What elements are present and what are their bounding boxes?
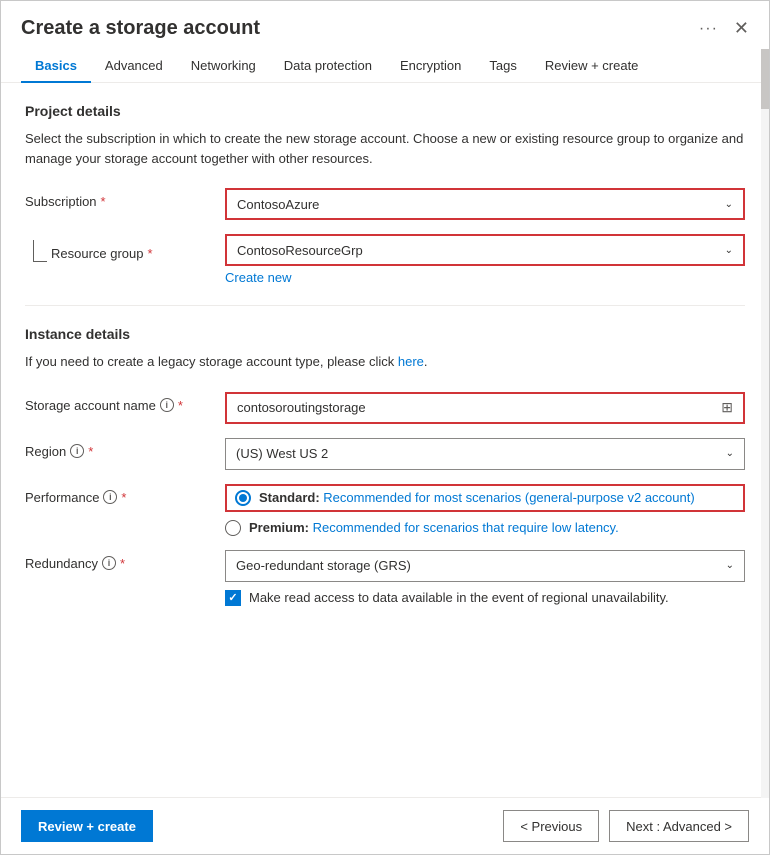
performance-row: Performance i * Standard: Recommended fo…: [25, 484, 745, 536]
subscription-value: ContosoAzure: [237, 197, 319, 212]
storage-account-name-control: contosoroutingstorage ⊞: [225, 392, 745, 424]
performance-radio-group: Standard: Recommended for most scenarios…: [225, 484, 745, 536]
tab-networking[interactable]: Networking: [177, 50, 270, 83]
scrollbar-track[interactable]: [761, 49, 769, 798]
dialog-content: Project details Select the subscription …: [1, 83, 769, 797]
subscription-dropdown[interactable]: ContosoAzure ⌄: [225, 188, 745, 220]
redundancy-value: Geo-redundant storage (GRS): [236, 558, 411, 573]
storage-account-name-value: contosoroutingstorage: [237, 400, 721, 415]
header-actions: ··· ✕: [699, 18, 749, 39]
storage-name-info-icon[interactable]: i: [160, 398, 174, 412]
tab-tags[interactable]: Tags: [475, 50, 530, 83]
storage-account-name-label: Storage account name i *: [25, 392, 225, 413]
performance-premium-radio[interactable]: [225, 520, 241, 536]
region-chevron-icon: ⌄: [726, 448, 734, 459]
legacy-link[interactable]: here: [398, 354, 424, 369]
region-value: (US) West US 2: [236, 446, 328, 461]
tab-data-protection[interactable]: Data protection: [270, 50, 386, 83]
resource-group-dropdown[interactable]: ContosoResourceGrp ⌄: [225, 234, 745, 266]
performance-standard-radio[interactable]: [235, 490, 251, 506]
resource-group-row: Resource group * ContosoResourceGrp ⌄ Cr…: [25, 234, 745, 285]
redundancy-required: *: [120, 556, 125, 571]
subscription-row: Subscription * ContosoAzure ⌄: [25, 188, 745, 220]
project-details-title: Project details: [25, 103, 745, 119]
dialog-title: Create a storage account: [21, 17, 260, 40]
region-info-icon[interactable]: i: [70, 444, 84, 458]
legacy-storage-desc: If you need to create a legacy storage a…: [25, 352, 745, 372]
tab-basics[interactable]: Basics: [21, 50, 91, 83]
performance-required: *: [121, 490, 126, 505]
close-icon[interactable]: ✕: [734, 18, 749, 39]
instance-details-section: Instance details If you need to create a…: [25, 326, 745, 606]
dialog-footer: Review + create < Previous Next : Advanc…: [1, 797, 769, 854]
subscription-required: *: [101, 194, 106, 209]
region-dropdown[interactable]: (US) West US 2 ⌄: [225, 438, 745, 470]
review-create-button[interactable]: Review + create: [21, 810, 153, 842]
region-control: (US) West US 2 ⌄: [225, 438, 745, 470]
create-new-link[interactable]: Create new: [225, 270, 745, 285]
storage-name-action-icon[interactable]: ⊞: [721, 399, 733, 416]
storage-account-name-row: Storage account name i * contosoroutings…: [25, 392, 745, 424]
subscription-label: Subscription *: [25, 188, 225, 209]
project-details-section: Project details Select the subscription …: [25, 103, 745, 285]
more-icon[interactable]: ···: [699, 20, 718, 38]
performance-label: Performance i *: [25, 484, 225, 505]
performance-standard-option[interactable]: Standard: Recommended for most scenarios…: [225, 484, 745, 512]
region-row: Region i * (US) West US 2 ⌄: [25, 438, 745, 470]
redundancy-checkbox-row: Make read access to data available in th…: [225, 590, 745, 606]
redundancy-control: Geo-redundant storage (GRS) ⌄ Make read …: [225, 550, 745, 606]
subscription-control: ContosoAzure ⌄: [225, 188, 745, 220]
section-divider-1: [25, 305, 745, 306]
previous-button[interactable]: < Previous: [503, 810, 599, 842]
instance-details-title: Instance details: [25, 326, 745, 342]
resource-group-value: ContosoResourceGrp: [237, 243, 363, 258]
performance-control: Standard: Recommended for most scenarios…: [225, 484, 745, 536]
resource-group-required: *: [148, 246, 153, 261]
storage-account-name-input[interactable]: contosoroutingstorage ⊞: [225, 392, 745, 424]
storage-name-required: *: [178, 398, 183, 413]
dialog-header: Create a storage account ··· ✕: [1, 1, 769, 40]
tab-advanced[interactable]: Advanced: [91, 50, 177, 83]
redundancy-chevron-icon: ⌄: [726, 560, 734, 571]
resource-group-chevron-icon: ⌄: [725, 245, 733, 256]
scrollbar-thumb[interactable]: [761, 49, 769, 109]
tab-encryption[interactable]: Encryption: [386, 50, 475, 83]
tabs-bar: Basics Advanced Networking Data protecti…: [1, 50, 769, 83]
resource-group-label-area: Resource group *: [25, 234, 225, 262]
tab-review-create[interactable]: Review + create: [531, 50, 653, 83]
redundancy-row: Redundancy i * Geo-redundant storage (GR…: [25, 550, 745, 606]
redundancy-info-icon[interactable]: i: [102, 556, 116, 570]
performance-standard-label: Standard: Recommended for most scenarios…: [259, 490, 695, 505]
create-storage-account-dialog: Create a storage account ··· ✕ Basics Ad…: [0, 0, 770, 855]
redundancy-dropdown[interactable]: Geo-redundant storage (GRS) ⌄: [225, 550, 745, 582]
region-label: Region i *: [25, 438, 225, 459]
region-required: *: [88, 444, 93, 459]
project-details-desc: Select the subscription in which to crea…: [25, 129, 745, 168]
resource-group-control: ContosoResourceGrp ⌄ Create new: [225, 234, 745, 285]
next-button[interactable]: Next : Advanced >: [609, 810, 749, 842]
performance-premium-label: Premium: Recommended for scenarios that …: [249, 520, 619, 535]
redundancy-checkbox[interactable]: [225, 590, 241, 606]
redundancy-checkbox-label: Make read access to data available in th…: [249, 590, 669, 605]
subscription-chevron-icon: ⌄: [725, 199, 733, 210]
performance-premium-option[interactable]: Premium: Recommended for scenarios that …: [225, 520, 745, 536]
performance-info-icon[interactable]: i: [103, 490, 117, 504]
redundancy-label: Redundancy i *: [25, 550, 225, 571]
